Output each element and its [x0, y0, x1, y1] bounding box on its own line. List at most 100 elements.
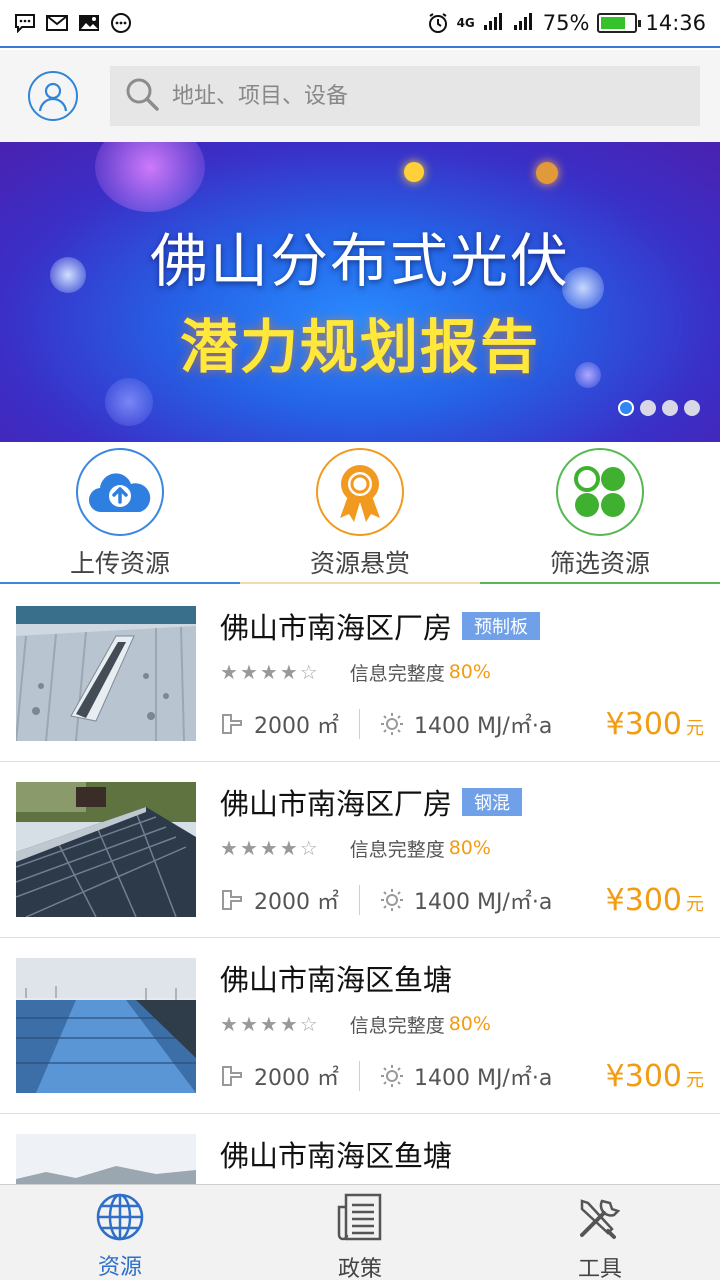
notification-icons — [14, 13, 132, 33]
actions-divider — [0, 582, 720, 584]
network-type: 4G — [456, 16, 475, 30]
nav-label: 工具 — [577, 1257, 622, 1280]
listing-title: 佛山市南海区厂房 — [220, 787, 453, 821]
nav-tab-resources[interactable]: 资源 — [0, 1185, 240, 1280]
search-input[interactable] — [172, 83, 700, 109]
carousel-dot[interactable] — [640, 400, 656, 416]
completeness-label: 信息完整度 — [349, 838, 445, 861]
carousel-dot[interactable] — [662, 400, 678, 416]
bokeh-light — [95, 142, 205, 212]
star-rating: ★ ★ ★ ★ ☆ — [220, 660, 318, 684]
listing-title: 佛山市南海区鱼塘 — [220, 963, 453, 997]
price-value: 300 — [624, 882, 682, 918]
list-item[interactable]: 佛山市南海区厂房 预制板 ★ ★ ★ ★ ☆ 信息完整度 80% 2000 ㎡ 1400… — [0, 586, 720, 762]
irradiance-value: 1400 MJ/㎡·a — [413, 1066, 553, 1091]
message-icon — [14, 13, 36, 33]
search-icon — [124, 76, 160, 116]
divider — [358, 885, 360, 915]
resource-reward-button[interactable]: 资源悬赏 — [240, 442, 480, 584]
signal-icon — [483, 11, 505, 36]
price: ¥ 300 元 — [606, 883, 704, 918]
star-icon: ★ — [239, 836, 258, 860]
upload-resource-button[interactable]: 上传资源 — [0, 442, 240, 584]
resource-reward-label: 资源悬赏 — [309, 549, 410, 578]
fishpond-photo — [16, 1134, 196, 1184]
star-rating: ★ ★ ★ ★ ☆ — [220, 1012, 318, 1036]
bokeh-light — [404, 162, 424, 182]
list-item[interactable]: 佛山市南海区鱼塘 — [0, 1114, 720, 1184]
bokeh-light — [105, 378, 153, 426]
battery-percent: 75% — [542, 11, 590, 35]
completeness-value: 80% — [448, 1013, 491, 1035]
area-value: 2000 ㎡ — [254, 714, 339, 739]
star-icon: ★ — [279, 660, 298, 684]
divider — [358, 709, 360, 739]
nav-tab-policy[interactable]: 政策 — [240, 1185, 480, 1280]
cloud-upload-icon — [76, 448, 164, 536]
area-value: 2000 ㎡ — [254, 1066, 339, 1091]
price-value: 300 — [624, 706, 682, 742]
bottom-nav: 资源 政策 工具 — [0, 1184, 720, 1280]
nav-label: 资源 — [97, 1255, 142, 1280]
promo-banner[interactable]: 佛山分布式光伏 潜力规划报告 — [0, 142, 720, 442]
currency-symbol: ¥ — [605, 882, 625, 918]
star-icon: ★ — [259, 660, 278, 684]
tools-icon — [574, 1193, 626, 1247]
area-icon — [220, 1065, 244, 1087]
image-icon — [78, 13, 100, 33]
price-value: 300 — [624, 1058, 682, 1094]
price: ¥ 300 元 — [606, 1059, 704, 1094]
listing-title: 佛山市南海区鱼塘 — [220, 1139, 453, 1173]
listing-title: 佛山市南海区厂房 — [220, 611, 453, 645]
irradiance-value: 1400 MJ/㎡·a — [413, 890, 553, 915]
currency-symbol: ¥ — [605, 1058, 625, 1094]
carousel-dot[interactable] — [618, 400, 634, 416]
star-icon: ★ — [259, 836, 278, 860]
award-ribbon-icon — [316, 448, 404, 536]
carousel-dot[interactable] — [684, 400, 700, 416]
star-icon: ★ — [279, 1012, 298, 1036]
roof-photo — [16, 606, 196, 741]
star-icon: ★ — [220, 660, 238, 684]
star-icon: ★ — [279, 836, 298, 860]
star-outline-icon: ☆ — [299, 836, 318, 860]
status-bar: 4G 75% 14:36 — [0, 0, 720, 48]
completeness-value: 80% — [448, 837, 491, 859]
nav-tab-tools[interactable]: 工具 — [480, 1185, 720, 1280]
search-bar[interactable] — [110, 66, 700, 126]
list-item[interactable]: 佛山市南海区鱼塘 ★ ★ ★ ★ ☆ 信息完整度 80% 2000 ㎡ 1400 MJ/… — [0, 938, 720, 1114]
bokeh-light — [536, 162, 558, 184]
star-icon: ★ — [239, 660, 258, 684]
more-icon — [110, 13, 132, 33]
area-icon — [220, 889, 244, 911]
star-icon: ★ — [239, 1012, 258, 1036]
alarm-icon — [427, 13, 449, 33]
filter-resource-label: 筛选资源 — [549, 549, 650, 578]
filter-resource-button[interactable]: 筛选资源 — [480, 442, 720, 584]
star-outline-icon: ☆ — [299, 1012, 318, 1036]
globe-icon — [94, 1193, 146, 1245]
signal-icon-2 — [513, 11, 535, 36]
completeness-label: 信息完整度 — [349, 1014, 445, 1037]
clock: 14:36 — [645, 11, 706, 35]
roof-type-badge: 预制板 — [462, 612, 541, 640]
banner-subtitle: 潜力规划报告 — [179, 313, 540, 381]
user-icon[interactable] — [28, 71, 78, 121]
mail-icon — [46, 13, 68, 33]
document-icon — [334, 1193, 386, 1247]
fishpond-photo — [16, 958, 196, 1093]
roof-photo — [16, 782, 196, 917]
search-header — [0, 50, 720, 142]
completeness-value: 80% — [448, 661, 491, 683]
sun-icon — [380, 1064, 404, 1088]
sun-icon — [380, 888, 404, 912]
completeness-label: 信息完整度 — [349, 662, 445, 685]
carousel-indicator — [618, 400, 700, 416]
star-rating: ★ ★ ★ ★ ☆ — [220, 836, 318, 860]
list-item[interactable]: 佛山市南海区厂房 钢混 ★ ★ ★ ★ ☆ 信息完整度 80% 2000 ㎡ 1400 … — [0, 762, 720, 938]
star-icon: ★ — [259, 1012, 278, 1036]
battery-icon — [597, 13, 642, 33]
nav-label: 政策 — [337, 1257, 382, 1280]
star-outline-icon: ☆ — [299, 660, 318, 684]
price: ¥ 300 元 — [606, 707, 704, 742]
